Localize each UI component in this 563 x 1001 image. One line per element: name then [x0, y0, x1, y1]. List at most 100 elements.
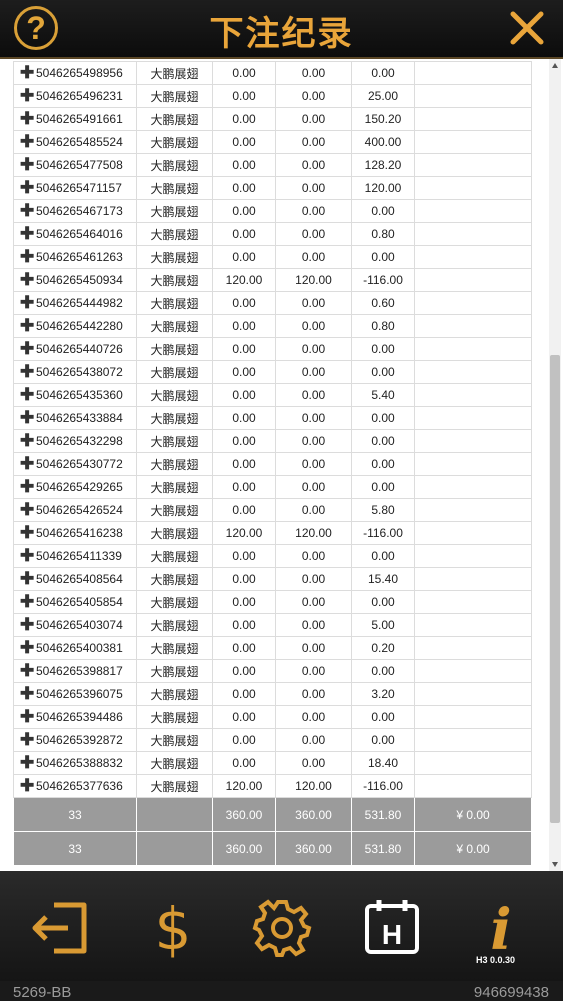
expand-plus-icon[interactable]: ✚ — [20, 109, 36, 129]
dollar-icon[interactable]: $ — [142, 897, 204, 959]
expand-plus-icon[interactable]: ✚ — [20, 339, 36, 359]
expand-plus-icon[interactable]: ✚ — [20, 270, 36, 290]
scroll-up-arrow[interactable] — [552, 63, 558, 68]
table-row[interactable]: ✚ 5046265498956 大鹏展翅 0.00 0.00 0.00 — [13, 61, 532, 85]
table-row[interactable]: ✚ 5046265426524 大鹏展翅 0.00 0.00 5.80 — [13, 498, 532, 522]
bet-amount-cell-text: 0.00 — [232, 342, 256, 356]
expand-plus-icon[interactable]: ✚ — [20, 132, 36, 152]
expand-plus-icon[interactable]: ✚ — [20, 776, 36, 796]
expand-plus-icon[interactable]: ✚ — [20, 63, 36, 83]
expand-plus-icon[interactable]: ✚ — [20, 431, 36, 451]
table-row[interactable]: ✚ 5046265396075 大鹏展翅 0.00 0.00 3.20 — [13, 682, 532, 706]
table-row[interactable]: ✚ 5046265392872 大鹏展翅 0.00 0.00 0.00 — [13, 728, 532, 752]
table-row[interactable]: ✚ 5046265444982 大鹏展翅 0.00 0.00 0.60 — [13, 291, 532, 315]
game-name-cell: 大鹏展翅 — [136, 659, 213, 683]
expand-plus-icon[interactable]: ✚ — [20, 569, 36, 589]
scrollbar[interactable] — [549, 59, 561, 871]
exit-icon[interactable] — [30, 897, 92, 959]
expand-plus-icon[interactable]: ✚ — [20, 753, 36, 773]
valid-bet-cell-text: 0.00 — [301, 434, 326, 448]
expand-plus-icon[interactable]: ✚ — [20, 638, 36, 658]
valid-bet-cell-text: 0.00 — [301, 250, 326, 264]
info-icon[interactable]: i — [470, 897, 532, 959]
expand-plus-icon[interactable]: ✚ — [20, 454, 36, 474]
table-row[interactable]: ✚ 5046265477508 大鹏展翅 0.00 0.00 128.20 — [13, 153, 532, 177]
expand-plus-icon[interactable]: ✚ — [20, 293, 36, 313]
empty-cell — [414, 337, 532, 361]
table-row[interactable]: ✚ 5046265471157 大鹏展翅 0.00 0.00 120.00 — [13, 176, 532, 200]
table-row[interactable]: ✚ 5046265433884 大鹏展翅 0.00 0.00 0.00 — [13, 406, 532, 430]
win-loss-cell-text: 0.80 — [371, 227, 395, 241]
expand-plus-icon[interactable]: ✚ — [20, 224, 36, 244]
valid-bet-cell: 120.00 — [275, 268, 352, 292]
table-row[interactable]: ✚ 5046265442280 大鹏展翅 0.00 0.00 0.80 — [13, 314, 532, 338]
table-row[interactable]: ✚ 5046265416238 大鹏展翅 120.00 120.00 -116.00 — [13, 521, 532, 545]
table-row[interactable]: ✚ 5046265405854 大鹏展翅 0.00 0.00 0.00 — [13, 590, 532, 614]
expand-plus-icon[interactable]: ✚ — [20, 316, 36, 336]
table-row[interactable]: ✚ 5046265450934 大鹏展翅 120.00 120.00 -116.00 — [13, 268, 532, 292]
table-row[interactable]: ✚ 5046265430772 大鹏展翅 0.00 0.00 0.00 — [13, 452, 532, 476]
expand-plus-icon[interactable]: ✚ — [20, 408, 36, 428]
expand-plus-icon[interactable]: ✚ — [20, 86, 36, 106]
win-loss-cell: 128.20 — [351, 153, 415, 177]
table-row[interactable]: ✚ 5046265491661 大鹏展翅 0.00 0.00 150.20 — [13, 107, 532, 131]
table-row[interactable]: ✚ 5046265398817 大鹏展翅 0.00 0.00 0.00 — [13, 659, 532, 683]
close-icon[interactable] — [509, 10, 545, 46]
valid-bet-cell: 0.00 — [275, 751, 352, 775]
bet-id-cell-text: 5046265403074 — [36, 618, 123, 632]
table-row[interactable]: ✚ 5046265388832 大鹏展翅 0.00 0.00 18.40 — [13, 751, 532, 775]
win-loss-cell-text: 0.00 — [371, 664, 395, 678]
table-row[interactable]: ✚ 5046265435360 大鹏展翅 0.00 0.00 5.40 — [13, 383, 532, 407]
expand-plus-icon[interactable]: ✚ — [20, 155, 36, 175]
bet-id-cell: ✚ 5046265396075 — [13, 682, 137, 706]
expand-plus-icon[interactable]: ✚ — [20, 201, 36, 221]
scroll-thumb[interactable] — [550, 355, 560, 823]
table-row[interactable]: ✚ 5046265394486 大鹏展翅 0.00 0.00 0.00 — [13, 705, 532, 729]
bet-amount-cell: 0.00 — [212, 475, 276, 499]
win-loss-cell: 5.00 — [351, 613, 415, 637]
table-row[interactable]: ✚ 5046265496231 大鹏展翅 0.00 0.00 25.00 — [13, 84, 532, 108]
table-row[interactable]: ✚ 5046265440726 大鹏展翅 0.00 0.00 0.00 — [13, 337, 532, 361]
table-row[interactable]: ✚ 5046265467173 大鹏展翅 0.00 0.00 0.00 — [13, 199, 532, 223]
table-row[interactable]: ✚ 5046265461263 大鹏展翅 0.00 0.00 0.00 — [13, 245, 532, 269]
game-name-cell: 大鹏展翅 — [136, 153, 213, 177]
table-row[interactable]: ✚ 5046265464016 大鹏展翅 0.00 0.00 0.80 — [13, 222, 532, 246]
bet-amount-cell-text: 0.00 — [232, 89, 256, 103]
expand-plus-icon[interactable]: ✚ — [20, 730, 36, 750]
table-row[interactable]: ✚ 5046265485524 大鹏展翅 0.00 0.00 400.00 — [13, 130, 532, 154]
game-name-cell-text: 大鹏展翅 — [150, 434, 199, 449]
table-row[interactable]: ✚ 5046265377636 大鹏展翅 120.00 120.00 -116.00 — [13, 774, 532, 798]
table-row[interactable]: ✚ 5046265408564 大鹏展翅 0.00 0.00 15.40 — [13, 567, 532, 591]
bet-id-cell: ✚ 5046265435360 — [13, 383, 137, 407]
valid-bet-cell: 0.00 — [275, 314, 352, 338]
expand-plus-icon[interactable]: ✚ — [20, 661, 36, 681]
expand-plus-icon[interactable]: ✚ — [20, 546, 36, 566]
win-loss-cell: 0.00 — [351, 199, 415, 223]
expand-plus-icon[interactable]: ✚ — [20, 592, 36, 612]
game-name-cell-text: 大鹏展翅 — [150, 549, 199, 564]
expand-plus-icon[interactable]: ✚ — [20, 362, 36, 382]
expand-plus-icon[interactable]: ✚ — [20, 523, 36, 543]
expand-plus-icon[interactable]: ✚ — [20, 615, 36, 635]
table-row[interactable]: ✚ 5046265411339 大鹏展翅 0.00 0.00 0.00 — [13, 544, 532, 568]
table-row[interactable]: ✚ 5046265438072 大鹏展翅 0.00 0.00 0.00 — [13, 360, 532, 384]
table-row[interactable]: ✚ 5046265403074 大鹏展翅 0.00 0.00 5.00 — [13, 613, 532, 637]
expand-plus-icon[interactable]: ✚ — [20, 500, 36, 520]
empty-cell — [414, 268, 532, 292]
win-loss-cell: 0.80 — [351, 314, 415, 338]
scroll-down-arrow[interactable] — [552, 862, 558, 867]
history-icon[interactable]: H — [361, 897, 423, 959]
expand-plus-icon[interactable]: ✚ — [20, 247, 36, 267]
expand-plus-icon[interactable]: ✚ — [20, 684, 36, 704]
win-loss-cell-text: 0.60 — [371, 296, 395, 310]
win-loss-cell-text: 3.20 — [371, 687, 395, 701]
expand-plus-icon[interactable]: ✚ — [20, 385, 36, 405]
table-row[interactable]: ✚ 5046265432298 大鹏展翅 0.00 0.00 0.00 — [13, 429, 532, 453]
gear-icon[interactable] — [251, 897, 313, 959]
expand-plus-icon[interactable]: ✚ — [20, 178, 36, 198]
table-row[interactable]: ✚ 5046265429265 大鹏展翅 0.00 0.00 0.00 — [13, 475, 532, 499]
expand-plus-icon[interactable]: ✚ — [20, 707, 36, 727]
win-loss-cell-text: 150.20 — [364, 112, 402, 126]
expand-plus-icon[interactable]: ✚ — [20, 477, 36, 497]
table-row[interactable]: ✚ 5046265400381 大鹏展翅 0.00 0.00 0.20 — [13, 636, 532, 660]
